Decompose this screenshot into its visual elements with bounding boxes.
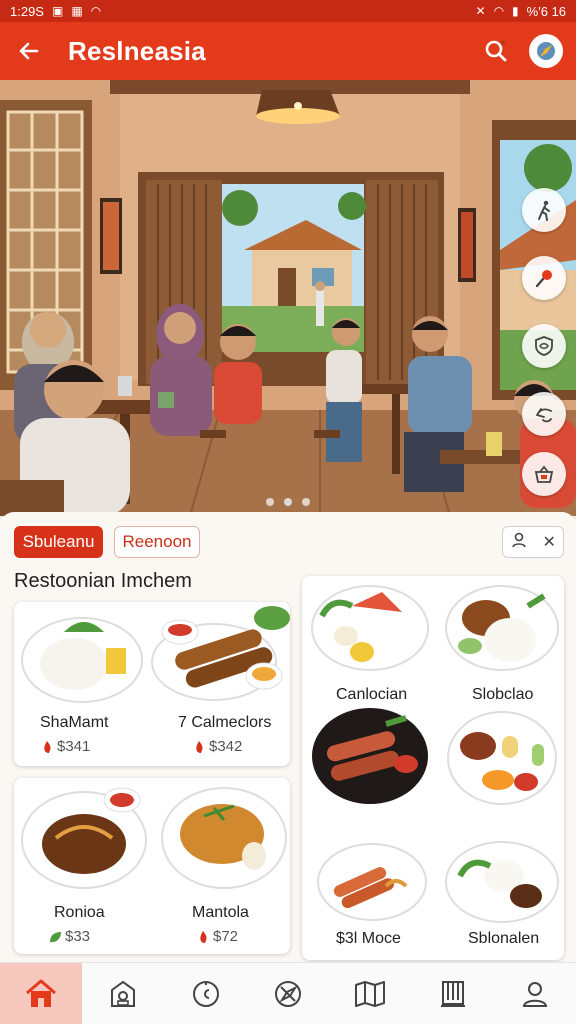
- walking-route-button[interactable]: [522, 188, 566, 232]
- person-filter-icon[interactable]: [510, 531, 528, 554]
- bag-icon: [111, 980, 136, 1007]
- badge-icon: [535, 336, 553, 356]
- avatar: [529, 34, 563, 68]
- wifi-icon: ◠: [90, 4, 102, 18]
- dish-name: Mantola: [192, 904, 249, 921]
- arrow-left-icon: [19, 42, 39, 60]
- dish-price-value: $72: [213, 928, 239, 945]
- dish-card[interactable]: Ronioa $33 Mantola $72: [14, 778, 290, 954]
- dish-image: [21, 787, 287, 889]
- flame-icon: [40, 740, 54, 754]
- map-icon: [355, 980, 386, 1007]
- carousel-dot-active[interactable]: [284, 498, 292, 506]
- cell-signal-icon: ▮: [512, 4, 519, 18]
- basket-button[interactable]: [522, 452, 566, 496]
- dish-name: ShaMamt: [40, 714, 109, 731]
- carousel-indicator: [0, 498, 576, 506]
- dish-price-value: $33: [65, 928, 91, 945]
- nav-history[interactable]: [165, 963, 247, 1024]
- dish-price: $72: [196, 928, 238, 945]
- dish-price-value: $342: [209, 738, 243, 755]
- section-title: Restoonian Imchem: [14, 570, 192, 592]
- share-icon: [536, 408, 552, 423]
- status-bar: 1:29S ▣ ▦ ◠ ✕ ◠ ▮ %'6 16: [0, 0, 576, 22]
- home-icon: [26, 979, 57, 1007]
- app-bar: Reslneasia: [0, 22, 576, 80]
- grid-icon: ▦: [71, 4, 83, 18]
- dish-price: $342: [192, 738, 242, 755]
- restaurant-interior-image: [0, 80, 576, 516]
- status-time: 1:29S: [10, 3, 44, 19]
- flame-icon: [196, 930, 210, 944]
- search-icon: [485, 40, 507, 62]
- dish-name: Slobclao: [472, 686, 534, 703]
- filter-chip-active[interactable]: Sbuleanu: [14, 526, 103, 558]
- carousel-dot[interactable]: [266, 498, 274, 506]
- dish-image: [21, 606, 290, 703]
- nav-menu[interactable]: [411, 963, 493, 1024]
- carousel-dot[interactable]: [302, 498, 310, 506]
- dish-name: Canlocian: [336, 686, 408, 703]
- share-button[interactable]: [522, 392, 566, 436]
- basket-icon: [534, 465, 554, 483]
- hero-carousel[interactable]: [0, 80, 576, 516]
- profile-menu-button[interactable]: [528, 33, 564, 69]
- leaf-icon: [48, 930, 62, 944]
- dish-grid-images: [311, 585, 559, 923]
- nav-map[interactable]: [329, 963, 411, 1024]
- flame-icon: [192, 740, 206, 754]
- filter-chip[interactable]: Reenoon: [114, 526, 200, 558]
- dish-price: $341: [40, 738, 90, 755]
- close-icon[interactable]: ✕: [542, 532, 555, 552]
- nav-orders[interactable]: [82, 963, 164, 1024]
- dish-name: $3l Moce: [336, 930, 401, 947]
- walk-icon: [538, 200, 550, 221]
- content-sheet: Sbuleanu Reenoon ✕ Restoonian Imchem Sha…: [0, 512, 576, 962]
- dish-name: 7 Calmeclors: [178, 714, 272, 731]
- dish-name: Ronioa: [54, 904, 105, 921]
- back-button[interactable]: [12, 34, 46, 68]
- clock-icon: [192, 980, 219, 1007]
- dish-grid-card[interactable]: Canlocian Slobclao $3l Moce Sblonalen: [302, 576, 564, 960]
- status-battery-text: %'6 16: [526, 3, 566, 19]
- filter-controls: ✕: [502, 526, 564, 558]
- bottom-navigation: [0, 962, 576, 1024]
- wifi-signal-icon: ◠: [493, 4, 505, 18]
- compass-icon: [537, 42, 555, 60]
- nav-home[interactable]: [0, 963, 83, 1024]
- pin-icon: [535, 270, 552, 288]
- nav-profile[interactable]: [494, 963, 576, 1024]
- dish-price: $33: [48, 928, 90, 945]
- explore-icon: [274, 980, 301, 1007]
- location-pin-button[interactable]: [522, 256, 566, 300]
- nav-explore[interactable]: [247, 963, 329, 1024]
- profile-icon: [522, 981, 547, 1007]
- dish-name: Sblonalen: [468, 930, 540, 947]
- search-button[interactable]: [478, 33, 514, 69]
- notification-icon: ▣: [51, 4, 64, 18]
- page-title: Reslneasia: [68, 35, 206, 66]
- mute-icon: ✕: [475, 4, 486, 18]
- favorite-button[interactable]: [522, 324, 566, 368]
- menu-book-icon: [440, 980, 465, 1007]
- dish-price-value: $341: [57, 738, 91, 755]
- dish-card[interactable]: ShaMamt $341 7 Calmeclors $342: [14, 602, 290, 766]
